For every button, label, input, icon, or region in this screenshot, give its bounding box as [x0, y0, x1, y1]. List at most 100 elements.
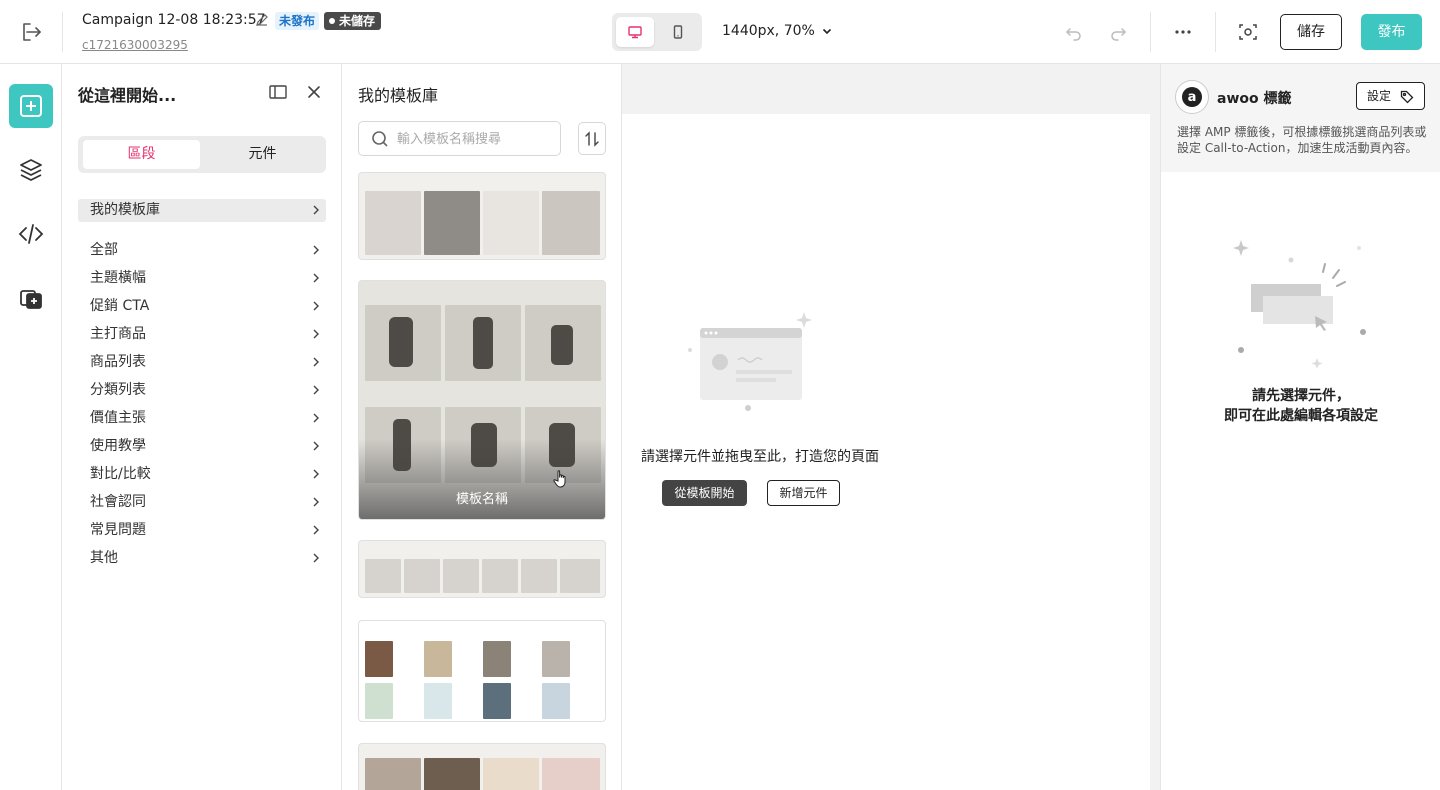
category-item[interactable]: 對比/比較: [78, 462, 326, 486]
start-panel: 從這裡開始... 區段 元件 我的模板庫 全部主題橫幅促銷 CTA 主打商品商品列…: [62, 64, 342, 790]
add-asset-icon: [20, 290, 42, 309]
svg-text:a: a: [1188, 90, 1197, 105]
settings-label: 設定: [1367, 89, 1392, 103]
awoo-tag-description: 選擇 AMP 標籤後，可根據標籤挑選商品列表或設定 Call-to-Action…: [1177, 125, 1427, 155]
close-icon[interactable]: [304, 82, 324, 102]
template-card[interactable]: [358, 172, 606, 260]
template-library: 我的模板庫 模: [342, 64, 622, 790]
edit-icon[interactable]: [255, 13, 269, 27]
tag-settings-button[interactable]: 設定: [1356, 82, 1425, 110]
add-panel-button[interactable]: [9, 84, 53, 128]
campaign-id-link[interactable]: c1721630003295: [82, 38, 188, 52]
code-button[interactable]: [9, 212, 53, 256]
chevron-right-icon: [313, 245, 319, 255]
chevron-right-icon: [313, 357, 319, 367]
campaign-title[interactable]: Campaign 12-08 18:23:57: [82, 12, 266, 28]
template-card[interactable]: [358, 743, 606, 790]
category-item-my-library[interactable]: 我的模板庫: [78, 198, 326, 222]
desktop-icon: [628, 26, 642, 39]
left-rail: [0, 64, 62, 790]
publish-button[interactable]: 發布: [1361, 14, 1422, 50]
template-thumbnail: [424, 191, 480, 255]
layers-icon: [20, 159, 42, 181]
canvas-page[interactable]: 請選擇元件並拖曳至此，打造您的頁面: [622, 114, 1150, 790]
code-icon: [18, 224, 44, 244]
exit-icon[interactable]: [18, 20, 44, 44]
product-bottle: [389, 317, 413, 367]
assets-button[interactable]: [9, 276, 53, 320]
template-thumbnail: [424, 683, 452, 719]
status-badge-unpublished: 未發布: [275, 12, 320, 30]
chevron-down-icon: [822, 28, 831, 35]
redo-icon[interactable]: [1108, 22, 1128, 42]
undo-icon[interactable]: [1064, 22, 1084, 42]
template-thumbnail: [365, 191, 421, 255]
add-element-button[interactable]: 新增元件: [767, 480, 840, 506]
category-item[interactable]: 促銷 CTA: [78, 294, 326, 318]
product-bottle: [473, 317, 493, 369]
tab-section[interactable]: 區段: [83, 140, 200, 169]
category-label: 社會認同: [90, 494, 146, 510]
more-icon[interactable]: [1173, 22, 1193, 42]
device-toggle: [612, 13, 702, 51]
template-card[interactable]: [358, 540, 606, 598]
search-icon: [372, 131, 388, 147]
category-item[interactable]: 常見問題: [78, 518, 326, 542]
category-label: 主題橫幅: [90, 270, 146, 286]
template-thumbnail: [542, 641, 570, 677]
category-item[interactable]: 商品列表: [78, 350, 326, 374]
zoom-label: 1440px, 70%: [722, 23, 815, 39]
template-thumbnail: [483, 641, 511, 677]
start-from-template-button[interactable]: 從模板開始: [662, 480, 747, 506]
chevron-right-icon: [313, 413, 319, 423]
category-item[interactable]: 社會認同: [78, 490, 326, 514]
search-input[interactable]: [397, 128, 557, 150]
chevron-right-icon: [313, 497, 319, 507]
template-thumbnail: [365, 758, 421, 790]
category-item[interactable]: 全部: [78, 238, 326, 262]
sort-button[interactable]: [578, 122, 606, 155]
preview-icon[interactable]: [1238, 22, 1258, 42]
category-item[interactable]: 分類列表: [78, 378, 326, 402]
category-label: 我的模板庫: [90, 202, 160, 218]
mobile-icon: [673, 25, 683, 39]
category-item[interactable]: 其他: [78, 546, 326, 570]
category-label: 對比/比較: [90, 466, 151, 482]
empty-canvas-text: 請選擇元件並拖曳至此，打造您的頁面: [641, 449, 879, 465]
panel-title: 從這裡開始...: [78, 86, 177, 105]
desktop-view-button[interactable]: [616, 17, 654, 47]
template-card[interactable]: [358, 620, 606, 722]
tab-element[interactable]: 元件: [204, 140, 321, 169]
template-thumbnail: [365, 641, 393, 677]
category-item[interactable]: 主題橫幅: [78, 266, 326, 290]
zoom-select[interactable]: 1440px, 70%: [722, 23, 833, 39]
no-selection-illustration: [1233, 240, 1366, 368]
dock-panel-icon[interactable]: [268, 82, 288, 102]
category-item[interactable]: 價值主張: [78, 406, 326, 430]
category-label: 其他: [90, 550, 118, 566]
add-square-icon: [20, 95, 42, 117]
category-item[interactable]: 使用教學: [78, 434, 326, 458]
editor-canvas[interactable]: 請選擇元件並拖曳至此，打造您的頁面 從模板開始 新增元件: [622, 64, 1160, 790]
product-bottle: [551, 325, 573, 365]
hand-cursor-icon: [553, 470, 566, 488]
category-label: 主打商品: [90, 326, 146, 342]
category-label: 全部: [90, 242, 118, 258]
no-selection-line1: 請先選擇元件，: [1252, 388, 1350, 404]
tag-icon: [1400, 90, 1414, 104]
template-thumbnail: [404, 559, 440, 593]
template-name: 模板名稱: [455, 492, 508, 507]
save-button[interactable]: 儲存: [1280, 14, 1342, 50]
template-thumbnail: [365, 683, 393, 719]
chevron-right-icon: [313, 273, 319, 283]
layers-button[interactable]: [9, 148, 53, 192]
category-item[interactable]: 主打商品: [78, 322, 326, 346]
category-label: 促銷 CTA: [90, 298, 150, 314]
segment-control: 區段 元件: [78, 136, 326, 173]
divider: [1215, 12, 1216, 52]
mobile-view-button[interactable]: [659, 17, 697, 47]
no-selection-text: 請先選擇元件， 即可在此處編輯各項設定: [1161, 386, 1440, 426]
chevron-right-icon: [313, 385, 319, 395]
chevron-right-icon: [313, 301, 319, 311]
template-thumbnail: [542, 191, 600, 255]
